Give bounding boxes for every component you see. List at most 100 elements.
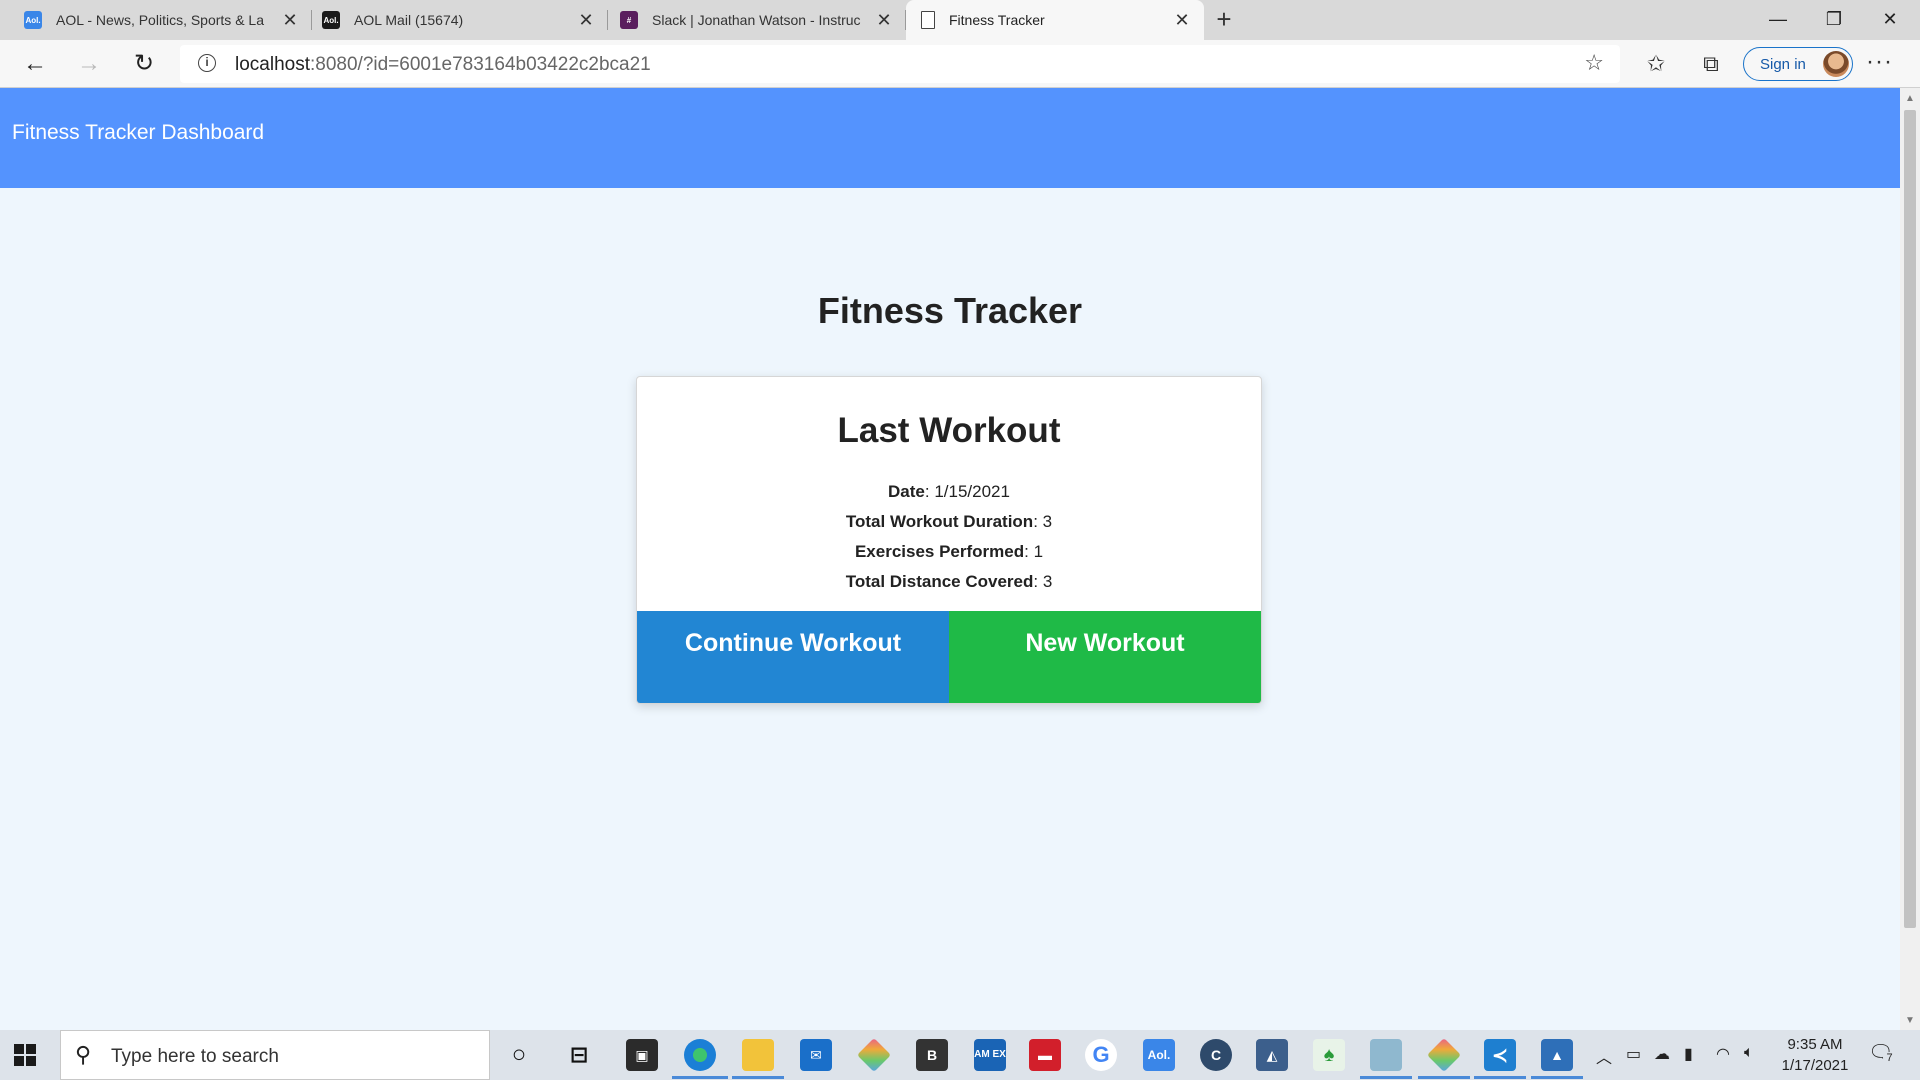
photos-icon[interactable]: ▲ — [1541, 1039, 1573, 1071]
app-diamond-icon[interactable] — [857, 1038, 891, 1072]
active-app-indicator — [672, 1076, 728, 1079]
card-actions: Continue Workout New Workout — [637, 611, 1261, 703]
tab-aol-mail[interactable]: Aol. AOL Mail (15674) ✕ — [310, 0, 608, 40]
vscode-icon[interactable]: ≺ — [1484, 1039, 1516, 1071]
bank-icon[interactable]: ▬ — [1029, 1039, 1061, 1071]
stat-value: : 1 — [1024, 542, 1044, 561]
active-app-indicator — [732, 1076, 784, 1079]
scroll-down-icon[interactable]: ▼ — [1905, 1015, 1915, 1026]
tab-slack[interactable]: # Slack | Jonathan Watson - Instruc ✕ — [608, 0, 906, 40]
last-workout-card: Last Workout Date: 1/15/2021 Total Worko… — [636, 376, 1262, 704]
browser-toolbar: ← → ↻ i localhost:8080/?id=6001e783164b0… — [0, 40, 1920, 88]
mongodb-compass-icon[interactable]: ♠ — [1313, 1039, 1345, 1071]
tab-aol-news[interactable]: Aol. AOL - News, Politics, Sports & La ✕ — [12, 0, 312, 40]
continue-workout-button[interactable]: Continue Workout — [637, 611, 949, 703]
ccleaner-icon[interactable]: C — [1200, 1039, 1232, 1071]
url-text[interactable]: localhost:8080/?id=6001e783164b03422c2bc… — [235, 54, 651, 76]
sign-in-button[interactable]: Sign in — [1743, 47, 1853, 81]
url-path: :8080/?id=6001e783164b03422c2bca21 — [310, 54, 651, 75]
active-app-indicator — [1418, 1076, 1470, 1079]
close-tab-icon[interactable]: ✕ — [576, 10, 596, 31]
google-icon[interactable]: G — [1085, 1039, 1117, 1071]
page-icon — [921, 11, 935, 29]
scroll-up-icon[interactable]: ▲ — [1905, 93, 1915, 104]
aol-mail-icon: Aol. — [322, 11, 340, 29]
stat-label: Date — [888, 482, 925, 501]
b-app-icon[interactable]: B — [916, 1039, 948, 1071]
refresh-button[interactable]: ↻ — [127, 48, 161, 80]
address-bar[interactable]: i localhost:8080/?id=6001e783164b03422c2… — [180, 45, 1620, 83]
stat-date: Date: 1/15/2021 — [637, 477, 1261, 507]
search-icon: ⚲ — [75, 1042, 92, 1067]
dashboard-navbar: Fitness Tracker Dashboard — [0, 88, 1900, 188]
cortana-icon[interactable]: ○ — [503, 1039, 535, 1071]
new-workout-button[interactable]: New Workout — [949, 611, 1261, 703]
tab-title: Slack | Jonathan Watson - Instruc — [652, 12, 861, 28]
aol-icon: Aol. — [24, 11, 42, 29]
mail-icon[interactable]: ✉ — [800, 1039, 832, 1071]
onedrive-icon[interactable]: ☁ — [1654, 1044, 1670, 1064]
file-explorer-icon[interactable] — [742, 1039, 774, 1071]
page-scrollbar[interactable]: ▲ ▼ — [1900, 88, 1920, 1030]
collections-icon[interactable]: ⧉ — [1695, 50, 1727, 80]
clock-time: 9:35 AM — [1787, 1036, 1843, 1053]
url-host: localhost — [235, 54, 310, 75]
tab-title: AOL - News, Politics, Sports & La — [56, 12, 264, 28]
close-tab-icon[interactable]: ✕ — [874, 10, 894, 31]
site-info-icon[interactable]: i — [198, 54, 216, 72]
stat-label: Total Distance Covered — [845, 572, 1034, 591]
wifi-icon[interactable]: ◠ — [1716, 1044, 1730, 1064]
close-tab-icon[interactable]: ✕ — [1172, 10, 1192, 31]
meet-now-icon[interactable]: ▭ — [1626, 1044, 1641, 1064]
taskbar-search-box[interactable]: ⚲ Type here to search — [60, 1030, 490, 1080]
aol-app-icon[interactable]: Aol. — [1143, 1039, 1175, 1071]
avatar — [1823, 51, 1849, 77]
tab-title: Fitness Tracker — [949, 12, 1045, 28]
slack-icon: # — [620, 11, 638, 29]
dashboard-brand-link[interactable]: Fitness Tracker Dashboard — [12, 121, 264, 145]
mysql-icon[interactable]: ◭ — [1256, 1039, 1288, 1071]
restore-button[interactable]: ❐ — [1806, 0, 1862, 40]
windows-taskbar: ⚲ Type here to search ○ ⊟ ▣ ✉ B AM EX ▬ … — [0, 1030, 1920, 1080]
page-viewport: Fitness Tracker Dashboard Fitness Tracke… — [0, 88, 1900, 1030]
favorites-icon[interactable]: ✩ — [1640, 50, 1672, 80]
favorite-star-icon[interactable]: ☆ — [1584, 50, 1604, 76]
page-title: Fitness Tracker — [817, 290, 1083, 331]
new-tab-button[interactable]: + — [1210, 4, 1238, 36]
active-app-indicator — [1474, 1076, 1526, 1079]
task-view-icon[interactable]: ⊟ — [563, 1039, 595, 1071]
tab-fitness-tracker[interactable]: Fitness Tracker ✕ — [906, 0, 1204, 40]
amex-icon[interactable]: AM EX — [974, 1039, 1006, 1071]
card-heading: Last Workout — [837, 411, 1061, 450]
close-window-button[interactable]: ✕ — [1862, 0, 1918, 40]
gitkraken-icon[interactable] — [1427, 1038, 1461, 1072]
notification-center-icon[interactable]: 🗨︎ 7 — [1868, 1040, 1896, 1068]
tab-title: AOL Mail (15674) — [354, 12, 464, 28]
battery-icon[interactable]: ▮ — [1684, 1044, 1693, 1064]
minimize-button[interactable]: — — [1750, 0, 1806, 40]
windows-start-icon[interactable] — [14, 1044, 36, 1066]
taskbar-clock[interactable]: 9:35 AM 1/17/2021 — [1770, 1034, 1860, 1076]
stat-exercises: Exercises Performed: 1 — [637, 537, 1261, 567]
store-icon[interactable]: ▣ — [626, 1039, 658, 1071]
notification-count: 7 — [1883, 1052, 1896, 1065]
stat-value: : 1/15/2021 — [924, 482, 1010, 501]
notepad-icon[interactable] — [1370, 1039, 1402, 1071]
stat-label: Total Workout Duration — [845, 512, 1034, 531]
search-placeholder: Type here to search — [111, 1046, 279, 1067]
close-tab-icon[interactable]: ✕ — [280, 10, 300, 31]
edge-icon[interactable] — [684, 1039, 716, 1071]
stat-distance: Total Distance Covered: 3 — [637, 567, 1261, 597]
forward-button[interactable]: → — [72, 48, 106, 80]
clock-date: 1/17/2021 — [1781, 1057, 1849, 1074]
stat-value: : 3 — [1033, 512, 1053, 531]
active-app-indicator — [1360, 1076, 1412, 1079]
show-hidden-icons-icon[interactable]: ︿ — [1596, 1044, 1612, 1068]
more-options-icon[interactable]: ··· — [1866, 48, 1893, 76]
stat-label: Exercises Performed — [854, 542, 1025, 561]
back-button[interactable]: ← — [18, 48, 52, 80]
browser-tab-bar: Aol. AOL - News, Politics, Sports & La ✕… — [0, 0, 1920, 40]
scrollbar-thumb[interactable] — [1904, 110, 1916, 928]
volume-icon[interactable]: 🔈︎ — [1744, 1044, 1754, 1062]
sign-in-label: Sign in — [1760, 55, 1806, 73]
